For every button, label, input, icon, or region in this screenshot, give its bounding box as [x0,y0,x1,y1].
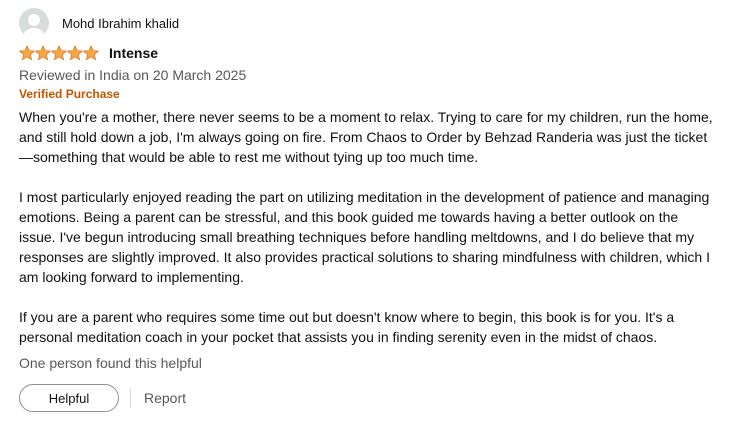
report-link[interactable]: Report [144,390,186,406]
review-card: Mohd Ibrahim khalid Intense Reviewed in … [19,8,719,412]
review-paragraph: I most particularly enjoyed reading the … [19,189,710,285]
star-rating[interactable] [19,45,99,61]
star-icon [51,45,67,61]
star-icon [67,45,83,61]
review-actions: Helpful Report [19,384,719,412]
star-icon [35,45,51,61]
rating-row: Intense [19,44,719,62]
divider [130,389,131,407]
review-title[interactable]: Intense [109,45,158,61]
reviewer-profile[interactable]: Mohd Ibrahim khalid [19,8,719,38]
helpful-button[interactable]: Helpful [19,384,119,412]
review-paragraph: When you're a mother, there never seems … [19,109,713,165]
reviewer-name[interactable]: Mohd Ibrahim khalid [62,16,179,31]
review-date: Reviewed in India on 20 March 2025 [19,67,247,83]
user-avatar-icon [19,8,49,38]
helpful-count: One person found this helpful [19,355,202,371]
star-icon [83,45,99,61]
star-icon [19,45,35,61]
verified-purchase-badge[interactable]: Verified Purchase [19,86,719,102]
review-paragraph: If you are a parent who requires some ti… [19,309,675,345]
review-body: When you're a mother, there never seems … [19,107,714,347]
